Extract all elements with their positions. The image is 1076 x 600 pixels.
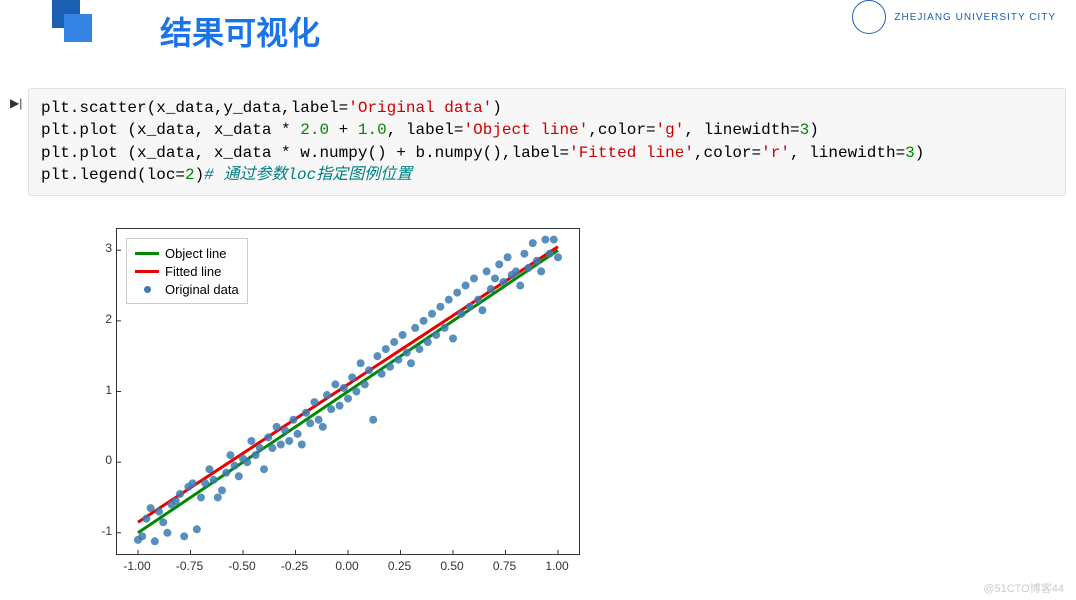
university-seal-icon — [852, 0, 886, 34]
x-tick-label: -1.00 — [123, 559, 150, 573]
code-cell[interactable]: plt.scatter(x_data,y_data,label='Origina… — [28, 88, 1066, 196]
legend-label: Original data — [165, 282, 239, 297]
legend-swatch-green — [135, 252, 159, 255]
y-tick-label: 1 — [82, 383, 112, 397]
chart-legend: Object line Fitted line Original data — [126, 238, 248, 304]
brand-logo — [40, 0, 90, 42]
y-tick-label: 3 — [82, 241, 112, 255]
result-chart: Object line Fitted line Original data -1… — [68, 220, 588, 585]
legend-swatch-dot — [135, 286, 159, 293]
legend-label: Fitted line — [165, 264, 221, 279]
y-tick-label: 2 — [82, 312, 112, 326]
x-tick-label: 0.25 — [388, 559, 411, 573]
x-tick-label: -0.50 — [228, 559, 255, 573]
university-badge: ZHEJIANG UNIVERSITY CITY — [852, 0, 1056, 34]
x-tick-label: -0.75 — [176, 559, 203, 573]
legend-item-fitted: Fitted line — [135, 262, 239, 280]
watermark: @51CTO博客44 — [983, 580, 1064, 596]
x-tick-label: 0.00 — [335, 559, 358, 573]
x-tick-label: 0.50 — [440, 559, 463, 573]
x-tick-label: -0.25 — [281, 559, 308, 573]
legend-label: Object line — [165, 246, 226, 261]
x-tick-label: 0.75 — [493, 559, 516, 573]
legend-swatch-red — [135, 270, 159, 273]
legend-item-object: Object line — [135, 244, 239, 262]
run-cell-icon[interactable]: ▶| — [10, 96, 24, 110]
y-tick-label: 0 — [82, 453, 112, 467]
university-name: ZHEJIANG UNIVERSITY CITY — [894, 12, 1056, 23]
x-tick-label: 1.00 — [545, 559, 568, 573]
page-title: 结果可视化 — [160, 8, 320, 54]
legend-item-original: Original data — [135, 280, 239, 298]
y-tick-label: -1 — [82, 524, 112, 538]
